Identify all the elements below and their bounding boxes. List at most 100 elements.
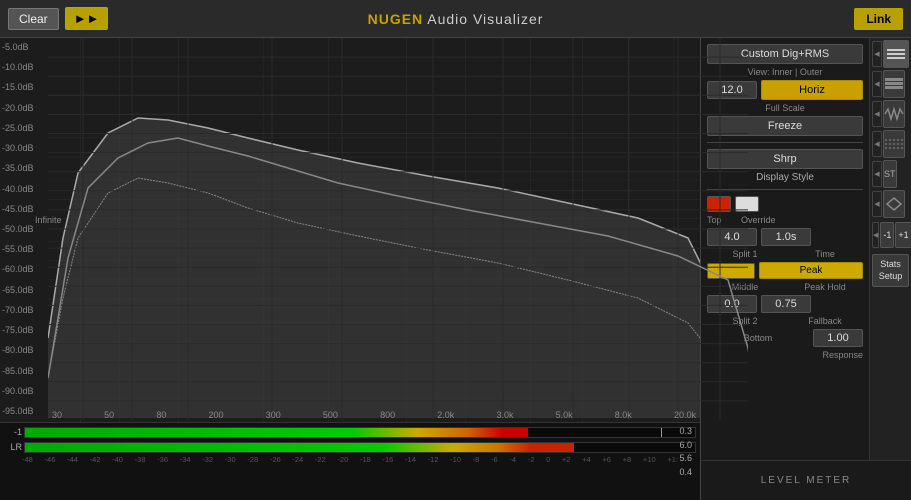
db-label: -25.0dB bbox=[2, 123, 46, 133]
db-label: -45.0dB bbox=[2, 204, 46, 214]
db-label: -5.0dB bbox=[2, 42, 46, 52]
meter-row-lr: LR bbox=[4, 440, 696, 454]
fallback-label: Fallback bbox=[787, 316, 863, 326]
link-button[interactable]: Link bbox=[854, 8, 903, 30]
meter-right-nums: 0.3 6.0 5.6 0.4 bbox=[679, 425, 692, 479]
split1-time-row bbox=[707, 228, 863, 246]
override-color-box[interactable] bbox=[735, 196, 759, 212]
db-label: -55.0dB bbox=[2, 244, 46, 254]
right-panel: Custom Dig+RMS View: Inner | Outer Horiz… bbox=[701, 38, 911, 500]
arrow-5-left[interactable]: ◀ bbox=[872, 161, 882, 187]
arrow-4-left[interactable]: ◀ bbox=[872, 131, 882, 157]
title-nugen: NUGEN bbox=[368, 11, 424, 27]
arrow-6-left[interactable]: ◀ bbox=[872, 191, 882, 217]
preset-button[interactable]: Custom Dig+RMS bbox=[707, 44, 863, 64]
title-suffix: Audio Visualizer bbox=[423, 11, 543, 27]
split1-label: Split 1 bbox=[707, 249, 783, 259]
right-bottom: LEVEL METER bbox=[701, 460, 911, 500]
override-label: Override bbox=[741, 215, 776, 225]
arrow-button[interactable]: ►► bbox=[65, 7, 109, 30]
arrow-1-left[interactable]: ◀ bbox=[872, 41, 882, 67]
clear-button[interactable]: Clear bbox=[8, 8, 59, 30]
meter-row-1: -1 bbox=[4, 425, 696, 439]
middle-peak-labels: Middle Peak Hold bbox=[707, 282, 863, 292]
level-meter-area: -1 LR -48 -46 -44 -42 bbox=[0, 422, 700, 500]
icons-column: ◀ ◀ bbox=[869, 38, 911, 460]
db-label: -95.0dB bbox=[2, 406, 46, 416]
meter-bar-lr bbox=[24, 442, 696, 453]
arrow-3-left[interactable]: ◀ bbox=[872, 101, 882, 127]
middle-color-box[interactable] bbox=[707, 263, 755, 279]
top-bar: Clear ►► NUGEN Audio Visualizer Link bbox=[0, 0, 911, 38]
main-area: -5.0dB -10.0dB -15.0dB -20.0dB -25.0dB -… bbox=[0, 38, 911, 500]
freeze-button[interactable]: Freeze bbox=[707, 116, 863, 136]
db-label: -20.0dB bbox=[2, 103, 46, 113]
split2-fallback-labels: Split 2 Fallback bbox=[707, 316, 863, 326]
db-label: -60.0dB bbox=[2, 264, 46, 274]
db-label: -75.0dB bbox=[2, 325, 46, 335]
top-override-labels: Top Override Infinite bbox=[707, 215, 863, 225]
level-meter-label: LEVEL METER bbox=[761, 475, 852, 486]
db-label: -40.0dB bbox=[2, 184, 46, 194]
top-color-box[interactable] bbox=[707, 196, 731, 212]
spectrum-area: -5.0dB -10.0dB -15.0dB -20.0dB -25.0dB -… bbox=[0, 38, 701, 500]
bottom-label: Bottom bbox=[707, 333, 809, 343]
split1-time-labels: Split 1 Time bbox=[707, 249, 863, 259]
db-label: -80.0dB bbox=[2, 345, 46, 355]
top-override-row bbox=[707, 196, 863, 212]
db-label: -85.0dB bbox=[2, 366, 46, 376]
db-label: -30.0dB bbox=[2, 143, 46, 153]
scale-input[interactable] bbox=[707, 81, 757, 99]
db-labels: -5.0dB -10.0dB -15.0dB -20.0dB -25.0dB -… bbox=[0, 38, 48, 420]
stats-setup-button[interactable]: StatsSetup bbox=[872, 254, 909, 287]
view-label: View: Inner | Outer bbox=[707, 67, 863, 77]
db-label: -50.0dB bbox=[2, 224, 46, 234]
meter-row1-label: -1 bbox=[4, 427, 22, 437]
shrp-button[interactable]: Shrp bbox=[707, 149, 863, 169]
top-label: Top bbox=[707, 215, 737, 225]
scale-horiz-row: Horiz bbox=[707, 80, 863, 100]
controls-column: Custom Dig+RMS View: Inner | Outer Horiz… bbox=[701, 38, 869, 460]
icon-btn-2[interactable] bbox=[883, 70, 905, 98]
middle-label: Middle bbox=[707, 282, 783, 292]
icon-btn-5[interactable]: ST bbox=[883, 160, 897, 188]
split2-label: Split 2 bbox=[707, 316, 783, 326]
icon-btn-1[interactable] bbox=[883, 40, 909, 68]
middle-peak-row: Peak bbox=[707, 262, 863, 279]
divider-1 bbox=[707, 142, 863, 143]
meter-lr-label: LR bbox=[4, 442, 22, 452]
db-label: -65.0dB bbox=[2, 285, 46, 295]
arrow-2-left[interactable]: ◀ bbox=[872, 71, 882, 97]
peak-hold-label: Peak Hold bbox=[787, 282, 863, 292]
db-label: -15.0dB bbox=[2, 82, 46, 92]
db-label: -70.0dB bbox=[2, 305, 46, 315]
freq-labels: 30 50 80 200 300 500 800 2.0k 3.0k 5.0k … bbox=[48, 408, 700, 420]
split1-input[interactable] bbox=[707, 228, 757, 246]
minus1-button[interactable]: -1 bbox=[880, 222, 894, 248]
display-style-label: Display Style bbox=[707, 172, 863, 183]
arrow-7-left[interactable]: ◀ bbox=[872, 222, 879, 248]
fallback-input[interactable] bbox=[761, 295, 811, 313]
icon-btn-6[interactable] bbox=[883, 190, 905, 218]
meter-bar-1 bbox=[24, 427, 696, 438]
response-label: Response bbox=[707, 350, 863, 360]
peak-button[interactable]: Peak bbox=[759, 262, 863, 279]
db-label: -35.0dB bbox=[2, 163, 46, 173]
split2-fallback-row bbox=[707, 295, 863, 313]
meter-scale: -48 -46 -44 -42 -40 -38 -36 -34 -32 -30 … bbox=[22, 455, 678, 464]
app-title: NUGEN Audio Visualizer bbox=[368, 11, 544, 27]
spectrum-svg bbox=[48, 38, 700, 422]
horiz-button[interactable]: Horiz bbox=[761, 80, 863, 100]
bottom-response-row: Bottom bbox=[707, 329, 863, 347]
icon-btn-3[interactable] bbox=[883, 100, 905, 128]
time-label: Time bbox=[787, 249, 863, 259]
response-input[interactable] bbox=[813, 329, 863, 347]
time-input[interactable] bbox=[761, 228, 811, 246]
db-label: -10.0dB bbox=[2, 62, 46, 72]
plus1-button[interactable]: +1 bbox=[895, 222, 911, 248]
db-label: -90.0dB bbox=[2, 386, 46, 396]
icon-btn-4[interactable] bbox=[883, 130, 905, 158]
right-top: Custom Dig+RMS View: Inner | Outer Horiz… bbox=[701, 38, 911, 460]
divider-2 bbox=[707, 189, 863, 190]
split2-input[interactable] bbox=[707, 295, 757, 313]
